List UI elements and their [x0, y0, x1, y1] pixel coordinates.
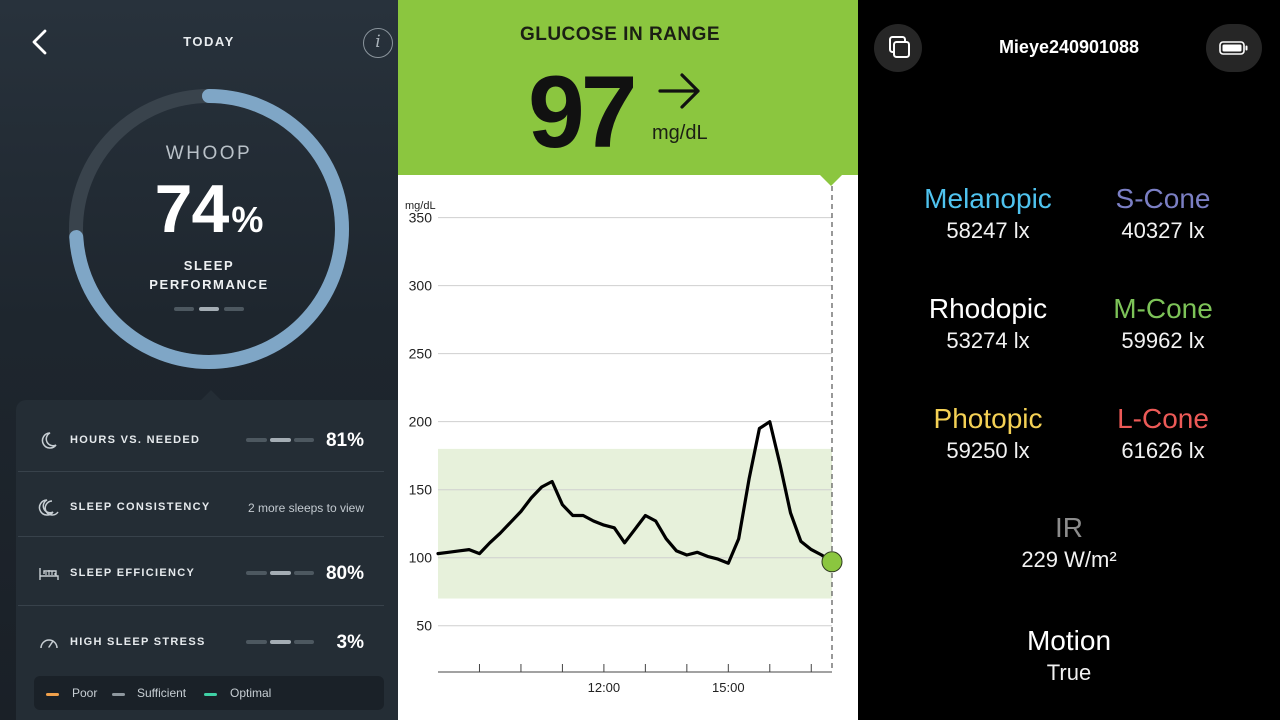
bar-segment: [294, 571, 314, 575]
y-tick-label: 300: [409, 278, 433, 294]
reading-motion: Motion True: [969, 624, 1169, 688]
reading-value: 59962 lx: [1121, 328, 1205, 353]
page-indicator: [174, 307, 246, 311]
page-dot-active: [199, 307, 219, 311]
sleep-label-line1: SLEEP: [183, 258, 235, 273]
metric-label: SLEEP CONSISTENCY: [70, 501, 211, 513]
metric-level-bar: [246, 640, 314, 644]
legend-swatch-sufficient: [112, 693, 125, 696]
reading-name: IR: [1055, 512, 1083, 543]
light-sensor-panel: Mieye240901088 Melanopic 58247 lx S-Cone…: [858, 0, 1280, 720]
moon-crescent-icon: [41, 432, 57, 449]
legend-swatch-poor: [46, 693, 59, 696]
sleep-score: 74%: [0, 170, 398, 248]
metric-label: HIGH SLEEP STRESS: [70, 636, 206, 648]
bed-icon: [39, 568, 59, 580]
bar-segment: [246, 438, 267, 442]
glucose-header: GLUCOSE IN RANGE 97 mg/dL: [398, 0, 858, 175]
reading-name: Melanopic: [924, 183, 1052, 214]
metric-row-sleep-consistency[interactable]: SLEEP CONSISTENCY 2 more sleeps to view: [18, 471, 368, 539]
glucose-unit: mg/dL: [652, 122, 708, 144]
y-tick-label: 350: [409, 210, 433, 226]
glucose-line-chart[interactable]: mg/dL5010015020025030035012:00 15:00: [398, 186, 858, 720]
reading-name: S-Cone: [1115, 183, 1211, 214]
double-moon-icon: [38, 499, 59, 516]
reading-rhodopic: Rhodopic 53274 lx: [888, 292, 1088, 356]
reading-m-cone: M-Cone 59962 lx: [1063, 292, 1263, 356]
reading-name: M-Cone: [1113, 293, 1213, 324]
page-dot: [224, 307, 244, 311]
page-dot: [174, 307, 194, 311]
bar-segment-active: [270, 571, 291, 575]
reading-value: 229 W/m²: [1021, 547, 1117, 572]
reading-value: 53274 lx: [946, 328, 1030, 353]
bar-segment: [294, 640, 314, 644]
reading-name: L-Cone: [1117, 403, 1209, 434]
y-tick-label: 200: [409, 414, 433, 430]
metric-level-bar: [246, 571, 314, 575]
metric-label: SLEEP EFFICIENCY: [70, 567, 196, 579]
y-tick-label: 150: [409, 482, 433, 498]
legend: Poor Sufficient Optimal: [34, 676, 384, 710]
bar-segment: [294, 438, 314, 442]
metric-row-sleep-efficiency[interactable]: SLEEP EFFICIENCY 80%: [18, 537, 368, 605]
battery-icon: [1219, 41, 1248, 55]
glucose-status-title: GLUCOSE IN RANGE: [519, 24, 721, 45]
reading-value: True: [1046, 660, 1092, 685]
reading-name: Rhodopic: [928, 293, 1048, 324]
sleep-score-value: 74: [154, 171, 230, 247]
legend-label-optimal: Optimal: [230, 686, 272, 700]
metric-label: HOURS VS. NEEDED: [70, 434, 201, 446]
metric-level-bar: [246, 438, 314, 442]
y-tick-label: 50: [416, 618, 432, 634]
sleep-performance-label: SLEEP PERFORMANCE: [0, 256, 398, 294]
metric-value: 80%: [325, 563, 364, 584]
reading-melanopic: Melanopic 58247 lx: [888, 182, 1088, 246]
sleep-label-line2: PERFORMANCE: [149, 277, 269, 292]
reading-value: 59250 lx: [946, 438, 1030, 463]
info-icon[interactable]: i: [363, 28, 393, 58]
reading-value: 40327 lx: [1121, 218, 1205, 243]
current-value-point: [821, 551, 843, 573]
target-range-band: [438, 448, 832, 599]
metric-note: 2 more sleeps to view: [247, 501, 364, 515]
legend-swatch-optimal: [204, 693, 217, 696]
reading-l-cone: L-Cone 61626 lx: [1063, 402, 1263, 466]
reading-name: Motion: [1026, 625, 1112, 656]
legend-label-sufficient: Sufficient: [137, 686, 187, 700]
sleep-score-unit: %: [231, 199, 264, 240]
reading-value: 61626 lx: [1121, 438, 1205, 463]
metric-value: 81%: [325, 430, 364, 451]
whoop-logo: WHOOP: [165, 143, 253, 164]
glucose-value: 97: [528, 55, 637, 169]
reading-s-cone: S-Cone 40327 lx: [1063, 182, 1263, 246]
arrow-right-icon: [658, 73, 700, 109]
header-title: TODAY: [183, 34, 235, 49]
legend-label-poor: Poor: [72, 686, 98, 700]
metric-value: 3%: [336, 632, 364, 653]
bar-segment-active: [270, 438, 291, 442]
glucose-panel: GLUCOSE IN RANGE 97 mg/dL mg/dL 50 100 150 2…: [398, 0, 858, 720]
whoop-sleep-panel: TODAY i WHOOP 74% SLEEP PERFORMANCE HOUR…: [0, 0, 398, 720]
chart-pointer: [820, 175, 842, 186]
metric-row-hours-vs-needed[interactable]: HOURS VS. NEEDED 81%: [18, 404, 368, 472]
x-tick-label: 15:00: [712, 680, 745, 695]
reading-name: Photopic: [933, 403, 1043, 434]
bar-segment: [246, 640, 267, 644]
battery-button[interactable]: [1206, 24, 1262, 72]
gauge-icon: [40, 639, 58, 649]
metric-row-high-sleep-stress[interactable]: HIGH SLEEP STRESS 3%: [18, 606, 368, 674]
bar-segment-active: [270, 640, 291, 644]
y-tick-label: 250: [409, 346, 433, 362]
reading-photopic: Photopic 59250 lx: [888, 402, 1088, 466]
reading-value: 58247 lx: [946, 218, 1030, 243]
bar-segment: [246, 571, 267, 575]
y-tick-label: 100: [409, 550, 433, 566]
x-tick-label: 12:00: [588, 680, 621, 695]
reading-ir: IR 229 W/m²: [969, 511, 1169, 575]
